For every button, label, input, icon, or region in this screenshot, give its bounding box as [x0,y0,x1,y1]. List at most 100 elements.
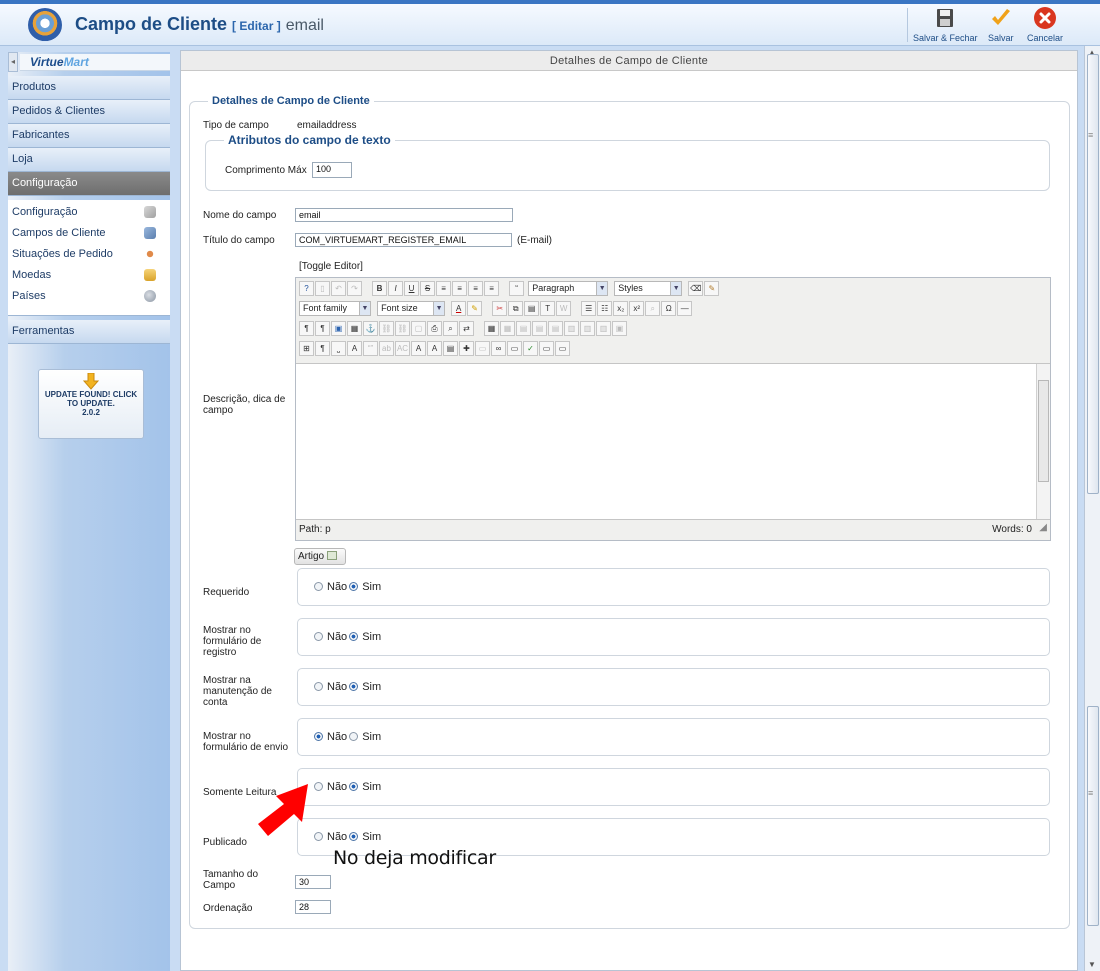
link-icon[interactable]: ⛓ [379,321,394,336]
hyperlink-icon[interactable]: ∞ [491,341,506,356]
styleprops-icon[interactable]: A [347,341,362,356]
sidebar-item-configuracao[interactable]: Configuração [8,172,170,196]
article-button[interactable]: Artigo [294,548,346,565]
text-color-icon[interactable]: A [451,301,467,316]
eraser-icon[interactable]: ⌫ [688,281,704,296]
align-left-icon[interactable]: ≡ [436,281,452,296]
new-document-icon[interactable]: ▯ [315,281,330,296]
field-title-input[interactable]: COM_VIRTUEMART_REGISTER_EMAIL [295,233,512,247]
italic-icon[interactable]: I [388,281,404,296]
subscript-icon[interactable]: x₂ [613,301,629,316]
redo-icon[interactable]: ↷ [347,281,362,296]
fullscreen-icon[interactable]: ▭ [507,341,522,356]
field-name-input[interactable]: email [295,208,513,222]
submenu-item-moedas[interactable]: Moedas [12,265,162,285]
toggle-editor-link[interactable]: [Toggle Editor] [299,261,363,272]
superscript-icon[interactable]: x² [629,301,645,316]
submenu-item-configuracao[interactable]: Configuração [12,202,162,222]
align-center-icon[interactable]: ≡ [452,281,468,296]
unlink-icon[interactable]: ⛓ [395,321,410,336]
required-yes-radio[interactable] [349,582,359,591]
show-registration-no-radio[interactable] [314,632,323,641]
show-shipping-no-radio[interactable] [314,732,323,741]
sidebar-item-produtos[interactable]: Produtos [8,76,170,100]
page-scroll-thumb[interactable] [1087,54,1099,494]
row-before-icon[interactable]: ▤ [516,321,532,336]
col-after-icon[interactable]: ▥ [580,321,596,336]
editor-scrollbar[interactable] [1036,364,1050,521]
sidebar-collapse-button[interactable]: ◂ [8,52,18,72]
find-icon[interactable]: ⌕ [443,321,458,336]
sidebar-item-pedidos-clientes[interactable]: Pedidos & Clientes [8,100,170,124]
sidebar-item-loja[interactable]: Loja [8,148,170,172]
field-size-input[interactable]: 30 [295,875,331,889]
show-shipping-yes-radio[interactable] [349,732,359,741]
show-blocks-icon[interactable]: ¶ [315,341,330,356]
print-icon[interactable]: ⎙ [427,321,442,336]
brush-icon[interactable]: ✎ [704,281,720,296]
highlight-icon[interactable]: ✎ [467,301,483,316]
merge-cells-icon[interactable]: ▣ [612,321,628,336]
col-delete-icon[interactable]: ▥ [596,321,612,336]
help-icon[interactable]: ? [299,281,314,296]
del-icon[interactable]: A [411,341,426,356]
paste-icon[interactable]: ▤ [524,301,540,316]
abbr-icon[interactable]: ab [379,341,394,356]
sidebar-item-ferramentas[interactable]: Ferramentas [8,320,170,344]
required-no-radio[interactable] [314,582,323,591]
undo-icon[interactable]: ↶ [331,281,346,296]
table-props-icon[interactable]: ▦ [500,321,516,336]
visual-aid-icon[interactable]: ⊞ [299,341,314,356]
indent-icon[interactable]: ¶ [315,321,330,336]
unordered-list-icon[interactable]: ☷ [597,301,613,316]
cut-icon[interactable]: ✂ [492,301,508,316]
show-account-yes-radio[interactable] [349,682,359,691]
styles-select[interactable]: Styles ▼ [614,281,683,296]
page-scrollbar[interactable]: ▲ ≡ ≡ ▼ [1084,46,1100,971]
align-justify-icon[interactable]: ≡ [484,281,500,296]
page-scroll-thumb-lower[interactable] [1087,706,1099,926]
published-yes-radio[interactable] [349,832,359,841]
font-size-select[interactable]: Font size ▼ [377,301,446,316]
save-button[interactable]: Salvar [988,6,1014,43]
row-delete-icon[interactable]: ▤ [548,321,564,336]
row-after-icon[interactable]: ▤ [532,321,548,336]
search-icon[interactable]: ⌕ [645,301,661,316]
cancel-button[interactable]: Cancelar [1027,6,1063,43]
cite-icon[interactable]: “” [363,341,378,356]
col-before-icon[interactable]: ▥ [564,321,580,336]
spellcheck-icon[interactable]: ✓ [523,341,538,356]
attribs-icon[interactable]: ▤ [443,341,458,356]
show-account-no-radio[interactable] [314,682,323,691]
editor-scroll-thumb[interactable] [1038,380,1049,482]
image-icon[interactable]: ▣ [331,321,346,336]
save-close-button[interactable]: Salvar & Fechar [913,6,978,43]
update-button[interactable]: UPDATE FOUND! CLICK TO UPDATE. 2.0.2 [38,369,144,439]
underline-icon[interactable]: U [404,281,420,296]
layer-icon[interactable]: ▭ [475,341,490,356]
bold-icon[interactable]: B [372,281,388,296]
cleanup-icon[interactable]: ▢ [411,321,426,336]
ordering-input[interactable]: 28 [295,900,331,914]
media-icon[interactable]: ▦ [347,321,362,336]
read-only-yes-radio[interactable] [349,782,359,791]
editor-content-area[interactable] [296,364,1036,521]
special-char-icon[interactable]: Ω [661,301,677,316]
paste-text-icon[interactable]: T [540,301,556,316]
paste-word-icon[interactable]: W [556,301,572,316]
outdent-icon[interactable]: ¶ [299,321,314,336]
preview-icon[interactable]: ▭ [539,341,554,356]
horizontal-rule-icon[interactable]: — [677,301,693,316]
ins-icon[interactable]: A [427,341,442,356]
submenu-item-situacoes-de-pedido[interactable]: Situações de Pedido [12,244,162,264]
submenu-item-campos-de-cliente[interactable]: Campos de Cliente [12,223,162,243]
ordered-list-icon[interactable]: ☰ [581,301,597,316]
acronym-icon[interactable]: AC [395,341,410,356]
code-icon[interactable]: ▭ [555,341,570,356]
paragraph-select[interactable]: Paragraph ▼ [528,281,609,296]
sidebar-item-fabricantes[interactable]: Fabricantes [8,124,170,148]
max-length-input[interactable]: 100 [312,162,352,178]
font-family-select[interactable]: Font family ▼ [299,301,371,316]
table-icon[interactable]: ▦ [484,321,500,336]
scroll-down-icon[interactable]: ▼ [1088,960,1096,969]
